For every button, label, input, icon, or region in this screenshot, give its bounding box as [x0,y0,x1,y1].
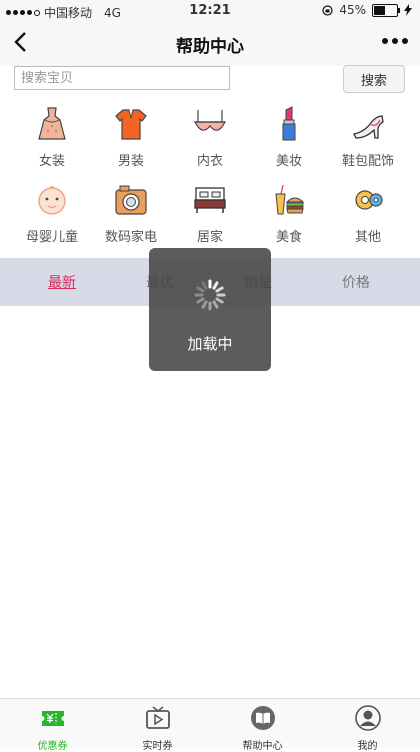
user-icon [354,705,381,731]
dress-icon [38,107,66,140]
category-label: 其他 [354,230,381,245]
category-men[interactable]: 男装 [91,106,171,169]
category-label: 女装 [38,154,65,169]
book-icon [250,706,275,730]
search-row: 搜索 [0,65,420,96]
food-icon [275,184,305,215]
status-bar: 中国移动 4G 12:21 45% [0,0,420,22]
nav-bar: 帮助中心 [0,22,420,66]
category-baby[interactable]: 母婴儿童 [12,182,92,245]
tab-label: 优惠券 [37,741,68,752]
page-title: 帮助中心 [176,37,244,57]
high-heel-icon [353,115,384,139]
shirt-icon [115,109,147,140]
category-home[interactable]: 居家 [170,182,250,245]
category-label: 鞋包配饰 [341,154,394,169]
camera-icon [115,185,147,215]
category-label: 居家 [196,230,223,245]
baby-icon [38,185,66,215]
bed-icon [194,187,226,213]
category-label: 内衣 [196,154,223,169]
loading-toast: 加载中 [149,248,271,371]
search-button[interactable]: 搜索 [343,65,405,93]
sort-tab-price[interactable]: 价格 [314,272,398,292]
category-women[interactable]: 女装 [12,106,92,169]
coupon-icon [39,711,66,726]
tab-label: 帮助中心 [242,741,283,752]
category-grid: 女装 男装 内衣 美妆 鞋包配饰 母婴儿童 数码家电 居家 美食 其他 [0,100,420,250]
charging-icon [404,4,412,16]
tab-label: 实时券 [142,741,173,752]
tab-coupons[interactable]: 优惠券 [0,705,105,752]
play-icon [145,706,170,729]
status-right: 45% [322,3,412,17]
battery-percent: 45% [339,3,366,17]
category-digital[interactable]: 数码家电 [91,182,171,245]
other-icon [355,190,383,210]
spinner-icon [194,279,226,311]
lipstick-icon [282,106,296,141]
more-icon[interactable] [382,38,408,44]
loading-text: 加载中 [187,335,233,353]
tab-mine[interactable]: 我的 [315,705,420,752]
tab-label: 我的 [357,741,378,752]
category-makeup[interactable]: 美妆 [249,106,329,169]
category-label: 母婴儿童 [25,230,78,245]
bra-icon [194,110,226,131]
category-underwear[interactable]: 内衣 [170,106,250,169]
category-food[interactable]: 美食 [249,182,329,245]
search-input[interactable] [14,66,230,90]
tab-live-coupons[interactable]: 实时券 [105,705,210,752]
category-shoes-bags[interactable]: 鞋包配饰 [328,106,408,169]
tab-bar: 优惠券 实时券 帮助中心 我的 [0,698,420,752]
category-label: 男装 [117,154,144,169]
sort-tab-newest[interactable]: 最新 [20,272,104,292]
tab-help-center[interactable]: 帮助中心 [210,705,315,752]
category-label: 数码家电 [104,230,157,245]
category-label: 美妆 [275,154,302,169]
category-other[interactable]: 其他 [328,182,408,245]
rotation-lock-icon [322,4,333,16]
category-label: 美食 [275,230,302,245]
battery-icon [372,3,400,17]
